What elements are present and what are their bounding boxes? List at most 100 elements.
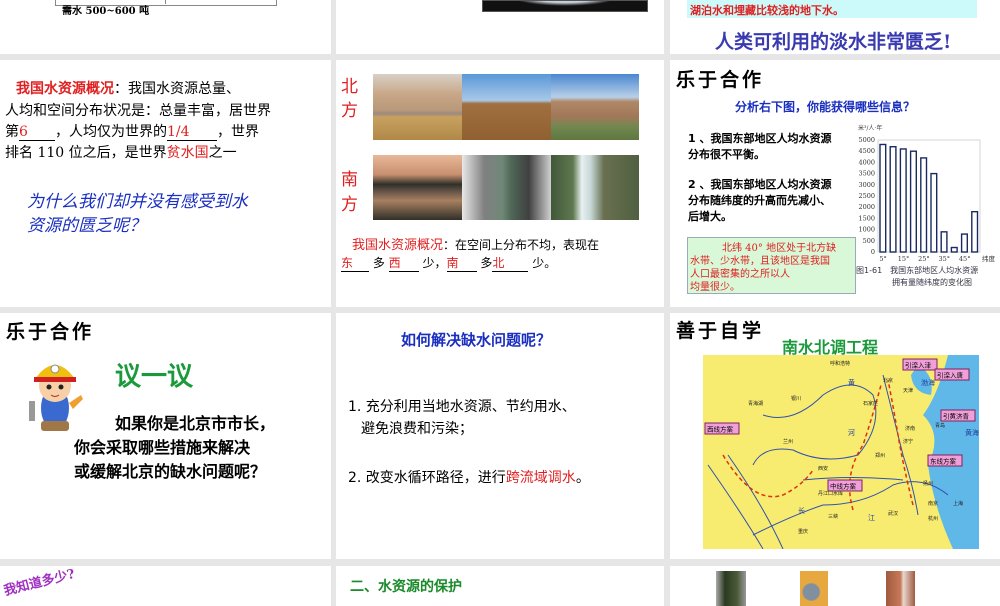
place-label: 南京: [928, 500, 938, 507]
bar-50°: [971, 210, 979, 253]
rank-answer: 6: [19, 124, 55, 141]
loess-hills-photo: [551, 74, 639, 140]
heading: 善于自学: [676, 320, 765, 342]
answer-east: 东: [341, 254, 369, 272]
slide-overview[interactable]: 我国水资源概况：我国水资源总量、 人均和空间分布状况是：总量丰富，居世界 第6，…: [0, 60, 331, 307]
south-label-2: 方: [341, 195, 358, 215]
bar-40°: [950, 246, 958, 253]
x-tick-label: 45°: [959, 255, 971, 263]
text: ，世界: [217, 124, 259, 140]
figure-caption-line2: 拥有量随纬度的变化图: [892, 278, 972, 287]
overview-line3: 第6 ，人均仅为世界的1/4 ，世界: [5, 121, 259, 141]
text: 多: [372, 256, 385, 270]
water-label: 渤海: [921, 378, 935, 387]
highlight-text: 湖泊水和埋藏比较浅的地下水。: [690, 4, 844, 17]
table-divider: [165, 0, 166, 4]
place-label: 济宁: [903, 438, 913, 445]
slide-bottom-2[interactable]: 二、水资源的保护: [336, 566, 664, 606]
question-line2: 资源的匮乏呢？: [27, 216, 146, 236]
water-label: 黄海: [965, 428, 979, 437]
water-town-photo: [462, 155, 551, 220]
scheme-label: 引黄济青: [943, 412, 970, 421]
slide-bottom-1[interactable]: 我知道多少?: [0, 566, 331, 606]
bar-chart: 米³/人·年 0 500 1000 1500 2000 2500 3000 3500 4000 45…: [858, 124, 996, 263]
scheme-label: 东线方案: [930, 457, 957, 466]
text: 第: [5, 124, 19, 140]
slide-chart[interactable]: 乐于合作 分析右下图，你能获得哪些信息？ 1 、我国东部地区人均水资源 分布很不…: [670, 60, 1000, 307]
x-tick-label: 35°: [939, 255, 951, 263]
place-label: 郑州: [875, 452, 885, 459]
bar-35°: [940, 231, 948, 253]
note-line4: 均量很少。: [690, 282, 740, 293]
y-tick-label: 1500: [858, 214, 875, 222]
overview-line1: 我国水资源概况：我国水资源总量、: [16, 78, 240, 98]
point2-line3: 后增大。: [688, 210, 732, 223]
point2-line1: 2 、我国东部地区人均水资源: [688, 178, 832, 191]
solutions-title: 如何解决缺水问题呢？: [401, 331, 552, 349]
text: 2. 改变水循环路径，进行: [348, 470, 506, 486]
farmland-photo: [462, 74, 551, 140]
regions-line2: 东 多 西 少，南 多北 少。: [341, 254, 556, 272]
discuss-title: 议一议: [115, 362, 194, 392]
figure-caption-line1: 图1-61 我国东部地区人均水资源: [856, 266, 979, 275]
y-tick-label: 0: [871, 248, 875, 256]
y-tick-label: 500: [863, 237, 875, 245]
answer-north: 北: [492, 254, 529, 272]
slide-solutions[interactable]: 如何解决缺水问题呢？ 1. 充分利用当地水资源、节约用水、 避免浪费和污染； 2…: [336, 313, 664, 559]
scheme-label: 引滦入唐: [937, 371, 964, 380]
point2-line2: 分布随纬度的升高而先减小、: [688, 194, 831, 207]
place-label: 扬州: [923, 480, 933, 487]
slide-bottom-3[interactable]: [670, 566, 1000, 606]
y-tick-label: 2500: [858, 192, 875, 200]
text: 少。: [532, 256, 557, 270]
y-tick-label: 5000: [858, 136, 875, 144]
slide-discuss[interactable]: 乐于合作 议一议 如果你是北京市市长， 你会采取哪些措施来解决 或缓解北京的缺水…: [0, 313, 331, 559]
water-label: 黄: [848, 378, 855, 387]
y-tick-label: 2000: [858, 203, 875, 211]
text: ：在空间上分布不均，表现在: [443, 238, 600, 252]
place-label: 西安: [818, 465, 828, 472]
headline: 人类可利用的淡水非常匮乏!: [715, 31, 952, 53]
slide-map[interactable]: 善于自学 南水北调工程 引滦入津 引滦入唐 引黄济青 西线方案 东线方案 中线方案 呼和浩特…: [670, 313, 1000, 559]
place-label: 北京: [883, 377, 893, 384]
place-label: 青海湖: [748, 400, 763, 407]
photo-3: [886, 571, 915, 606]
text: ，人均仅为世界的: [55, 124, 167, 140]
place-label: 青岛: [935, 422, 945, 429]
heading: 乐于合作: [6, 321, 95, 343]
discuss-line2: 你会采取哪些措施来解决: [74, 438, 251, 457]
scheme-label: 中线方案: [830, 482, 857, 491]
place-label: 银川: [791, 395, 801, 402]
point1-line1: 1 、我国东部地区人均水资源: [688, 132, 832, 145]
text: 少，: [422, 256, 447, 270]
x-tick-label: 25°: [918, 255, 930, 263]
overview-title: 我国水资源概况: [16, 81, 114, 97]
chart-subtitle: 分析右下图，你能获得哪些信息？: [735, 100, 916, 114]
x-tick-label: 15°: [898, 255, 910, 263]
slide-regions[interactable]: 北 方 南 方 我国水资源概况：在空间上分布不均，表现在 东 多 西 少，南 多…: [336, 60, 664, 307]
place-label: 杭州: [928, 515, 938, 522]
slide-top-3[interactable]: 湖泊水和埋藏比较浅的地下水。 人类可利用的淡水非常匮乏!: [670, 0, 1000, 54]
overview-line4: 排名 110 位之后，是世界贫水国之一: [5, 142, 237, 162]
slide-top-2[interactable]: [336, 0, 664, 54]
answer-south: 南: [446, 254, 477, 272]
north-label-2: 方: [341, 101, 358, 121]
photo-1: [716, 571, 746, 606]
place-label: 三峡: [828, 513, 838, 520]
slide-top-1[interactable]: 需水 500~600 吨: [0, 0, 331, 54]
place-label: 石家庄: [863, 400, 878, 407]
y-tick-label: 3000: [858, 181, 875, 189]
water-need-caption: 需水 500~600 吨: [62, 6, 150, 17]
text: 之一: [208, 145, 237, 161]
regions-title: 我国水资源概况: [352, 238, 444, 253]
scheme-label: 引滦入津: [905, 361, 932, 370]
overview-line2: 人均和空间分布状况是：总量丰富，居世界: [5, 103, 271, 119]
x-axis-label: 纬度: [982, 254, 996, 263]
water-label: 长: [798, 506, 805, 515]
bar-25°: [920, 157, 928, 253]
south-north-water-diversion-map: 引滦入津引滦入唐引黄济青西线方案东线方案中线方案 呼和浩特北京天津银川石家庄 青海湖…: [703, 355, 979, 549]
poor-answer: 贫水国: [166, 145, 209, 161]
question-line1: 为什么我们却并没有感受到水: [27, 192, 248, 212]
desert-photo: [373, 74, 462, 140]
worker-cartoon-icon: [29, 364, 83, 431]
